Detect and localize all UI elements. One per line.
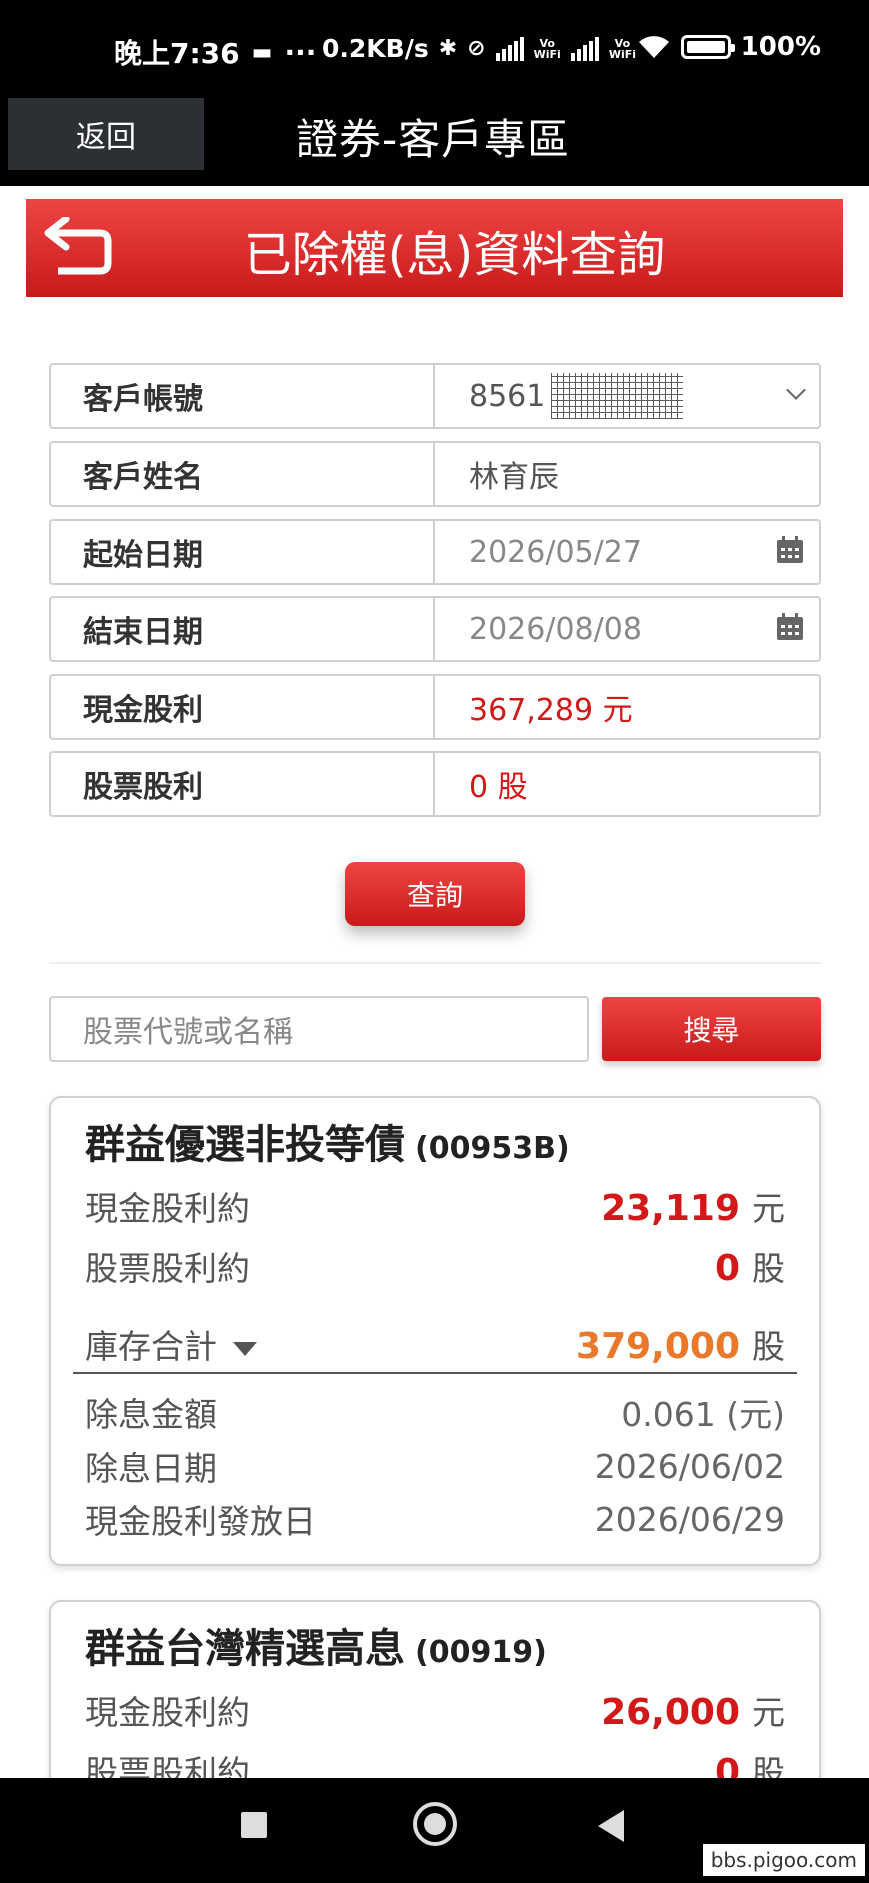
battery-percent: 100% bbox=[740, 32, 821, 62]
end-date-field[interactable]: 2026/08/08 bbox=[435, 598, 819, 660]
card-title: 群益優選非投等債 (00953B) bbox=[85, 1112, 570, 1170]
stock-code: (00953B) bbox=[415, 1131, 570, 1166]
stock-estimate-row: 股票股利約 0股 bbox=[85, 1242, 785, 1290]
stock-estimate-value: 0 bbox=[714, 1248, 740, 1289]
app-title: 證券-客戶專區 bbox=[296, 115, 571, 164]
signal-icon bbox=[495, 36, 524, 61]
watermark: bbs.pigoo.com bbox=[702, 1844, 865, 1876]
wifi-icon bbox=[638, 36, 669, 58]
cash-estimate-value: 26,000 bbox=[601, 1692, 740, 1733]
inventory-unit: 股 bbox=[752, 1327, 785, 1366]
dividend-card: 群益優選非投等債 (00953B) 現金股利約 23,119 元 股票股利約 0股 … bbox=[49, 1096, 821, 1566]
stock-name: 群益優選非投等債 bbox=[85, 1122, 405, 1168]
cash-dividend-row: 現金股利 367,289 元 bbox=[49, 674, 821, 740]
network-speed: 0.2KB/s bbox=[322, 34, 429, 63]
search-button[interactable]: 搜尋 bbox=[602, 997, 821, 1061]
stock-name: 群益台灣精選高息 bbox=[85, 1626, 405, 1672]
stock-dividend-value: 0 股 bbox=[469, 770, 528, 805]
back-icon[interactable] bbox=[598, 1810, 624, 1842]
pay-date-value: 2026/06/29 bbox=[594, 1499, 785, 1539]
cash-unit: 元 bbox=[752, 1693, 785, 1732]
start-date-label: 起始日期 bbox=[51, 521, 435, 583]
name-value: 林育辰 bbox=[469, 460, 559, 495]
signal-icon-2 bbox=[570, 36, 599, 61]
stock-search-input[interactable]: 股票代號或名稱 bbox=[49, 996, 589, 1062]
account-value: 8561 bbox=[469, 378, 546, 414]
cash-unit: 元 bbox=[752, 1189, 785, 1228]
vowifi-icon-2: Vo WiFi bbox=[608, 36, 637, 61]
end-date-value: 2026/08/08 bbox=[469, 611, 642, 647]
inventory-label: 庫存合計 bbox=[85, 1327, 217, 1366]
start-date-field[interactable]: 2026/05/27 bbox=[435, 521, 819, 583]
divider bbox=[49, 962, 821, 964]
status-indicators: 0.2KB/s ✱ ⊘ Vo WiFi Vo WiFi bbox=[322, 34, 636, 63]
name-row: 客戶姓名 林育辰 bbox=[49, 441, 821, 507]
vowifi-icon: Vo WiFi bbox=[533, 36, 561, 61]
stock-dividend-label: 股票股利 bbox=[51, 753, 435, 815]
page-title: 已除權(息)資料查詢 bbox=[243, 227, 666, 283]
end-date-row: 結束日期 2026/08/08 bbox=[49, 596, 821, 662]
cash-estimate-row: 現金股利約 26,000 元 bbox=[85, 1686, 785, 1734]
account-row: 客戶帳號 8561 bbox=[49, 363, 821, 429]
recents-icon[interactable] bbox=[241, 1812, 267, 1838]
status-time-group: 晚上7:36 ▬ ··· bbox=[114, 32, 316, 72]
battery-icon bbox=[680, 35, 735, 59]
calendar-icon[interactable] bbox=[775, 535, 805, 565]
back-button[interactable]: 返回 bbox=[8, 98, 204, 170]
calendar-icon[interactable] bbox=[775, 612, 805, 642]
start-date-row: 起始日期 2026/05/27 bbox=[49, 519, 821, 585]
stock-code: (00919) bbox=[415, 1635, 547, 1670]
app-header: 返回 證券-客戶專區 bbox=[0, 96, 869, 186]
page-banner: 已除權(息)資料查詢 bbox=[26, 199, 843, 297]
end-date-label: 結束日期 bbox=[51, 598, 435, 660]
chevron-down-icon bbox=[786, 380, 806, 400]
stock-estimate-label: 股票股利約 bbox=[85, 1249, 250, 1288]
cash-estimate-label: 現金股利約 bbox=[85, 1693, 250, 1732]
masked-account-digits bbox=[551, 373, 684, 419]
inventory-value: 379,000 bbox=[576, 1326, 740, 1367]
status-dots: ··· bbox=[284, 35, 317, 69]
inventory-row[interactable]: 庫存合計 379,000 股 bbox=[85, 1320, 785, 1368]
ex-date-row: 除息日期 2026/06/02 bbox=[85, 1442, 785, 1490]
home-icon[interactable] bbox=[413, 1802, 457, 1846]
mute-bell-icon: ⊘ bbox=[467, 36, 486, 61]
card-divider bbox=[73, 1372, 797, 1374]
cash-estimate-row: 現金股利約 23,119 元 bbox=[85, 1182, 785, 1230]
start-date-value: 2026/05/27 bbox=[469, 534, 642, 570]
status-bar: 晚上7:36 ▬ ··· 0.2KB/s ✱ ⊘ Vo WiFi Vo WiFi 1… bbox=[0, 0, 869, 96]
caret-down-icon[interactable] bbox=[233, 1341, 257, 1356]
stock-dividend-row: 股票股利 0 股 bbox=[49, 751, 821, 817]
ex-amount-value: 0.061 (元) bbox=[621, 1395, 785, 1434]
ex-amount-label: 除息金額 bbox=[85, 1395, 217, 1434]
cash-dividend-label: 現金股利 bbox=[51, 676, 435, 738]
status-battery-group: 100% bbox=[637, 32, 821, 62]
status-time: 晚上7:36 bbox=[114, 37, 240, 70]
query-button[interactable]: 查詢 bbox=[345, 862, 525, 926]
name-label: 客戶姓名 bbox=[51, 443, 435, 505]
pay-date-row: 現金股利發放日 2026/06/29 bbox=[85, 1495, 785, 1543]
cash-estimate-value: 23,119 bbox=[601, 1188, 740, 1229]
card-title: 群益台灣精選高息 (00919) bbox=[85, 1616, 547, 1674]
ex-amount-row: 除息金額 0.061 (元) bbox=[85, 1388, 785, 1436]
ex-date-label: 除息日期 bbox=[85, 1449, 217, 1488]
cash-dividend-value: 367,289 元 bbox=[469, 693, 633, 728]
pay-date-label: 現金股利發放日 bbox=[85, 1502, 316, 1541]
account-select[interactable]: 8561 bbox=[435, 365, 819, 427]
account-label: 客戶帳號 bbox=[51, 365, 435, 427]
ex-date-value: 2026/06/02 bbox=[594, 1446, 785, 1486]
cash-estimate-label: 現金股利約 bbox=[85, 1189, 250, 1228]
message-icon: ▬ bbox=[251, 39, 273, 65]
stock-unit: 股 bbox=[752, 1249, 785, 1288]
bluetooth-icon: ✱ bbox=[438, 36, 458, 61]
